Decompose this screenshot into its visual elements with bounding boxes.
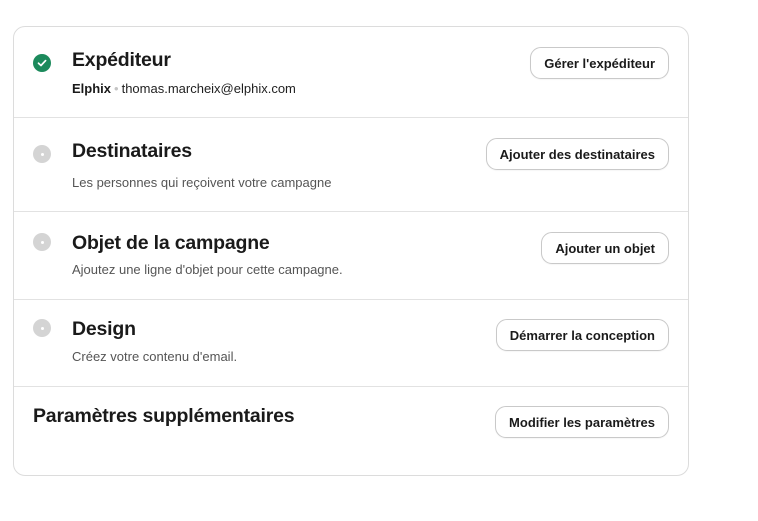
separator-dot: • bbox=[114, 81, 119, 96]
add-recipients-button[interactable]: Ajouter des destinataires bbox=[485, 138, 669, 170]
manage-sender-button[interactable]: Gérer l'expéditeur bbox=[530, 47, 669, 79]
section-subject: Objet de la campagne Ajoutez une ligne d… bbox=[14, 212, 688, 300]
section-description-recipients: Les personnes qui reçoivent votre campag… bbox=[72, 175, 332, 190]
section-title-subject: Objet de la campagne bbox=[72, 232, 270, 254]
section-description-design: Créez votre contenu d'email. bbox=[72, 349, 238, 364]
pending-circle-icon bbox=[33, 319, 51, 337]
campaign-checklist-card: Expéditeur Elphix • thomas.marcheix@elphix… bbox=[13, 26, 689, 476]
section-design: Design Créez votre contenu d'email. Déma… bbox=[14, 300, 688, 387]
section-title-recipients: Destinataires bbox=[72, 140, 192, 162]
pending-circle-icon bbox=[33, 145, 51, 163]
section-recipients: Destinataires Les personnes qui reçoiven… bbox=[14, 118, 688, 212]
sender-email: thomas.marcheix@elphix.com bbox=[121, 81, 296, 96]
sender-name: Elphix bbox=[72, 81, 112, 96]
edit-settings-button[interactable]: Modifier les paramètres bbox=[495, 406, 669, 438]
add-subject-button[interactable]: Ajouter un objet bbox=[541, 232, 669, 264]
pending-circle-icon bbox=[33, 233, 51, 251]
section-settings: Paramètres supplémentaires Modifier les … bbox=[14, 387, 688, 475]
start-design-button[interactable]: Démarrer la conception bbox=[495, 319, 669, 351]
check-circle-icon bbox=[33, 54, 51, 72]
section-sender: Expéditeur Elphix • thomas.marcheix@elphix… bbox=[14, 27, 688, 118]
sender-details: Elphix • thomas.marcheix@elphix.com bbox=[72, 81, 296, 96]
section-title-settings: Paramètres supplémentaires bbox=[33, 405, 295, 427]
section-title-sender: Expéditeur bbox=[72, 49, 171, 71]
section-title-design: Design bbox=[72, 318, 136, 340]
section-description-subject: Ajoutez une ligne d'objet pour cette cam… bbox=[72, 262, 343, 277]
